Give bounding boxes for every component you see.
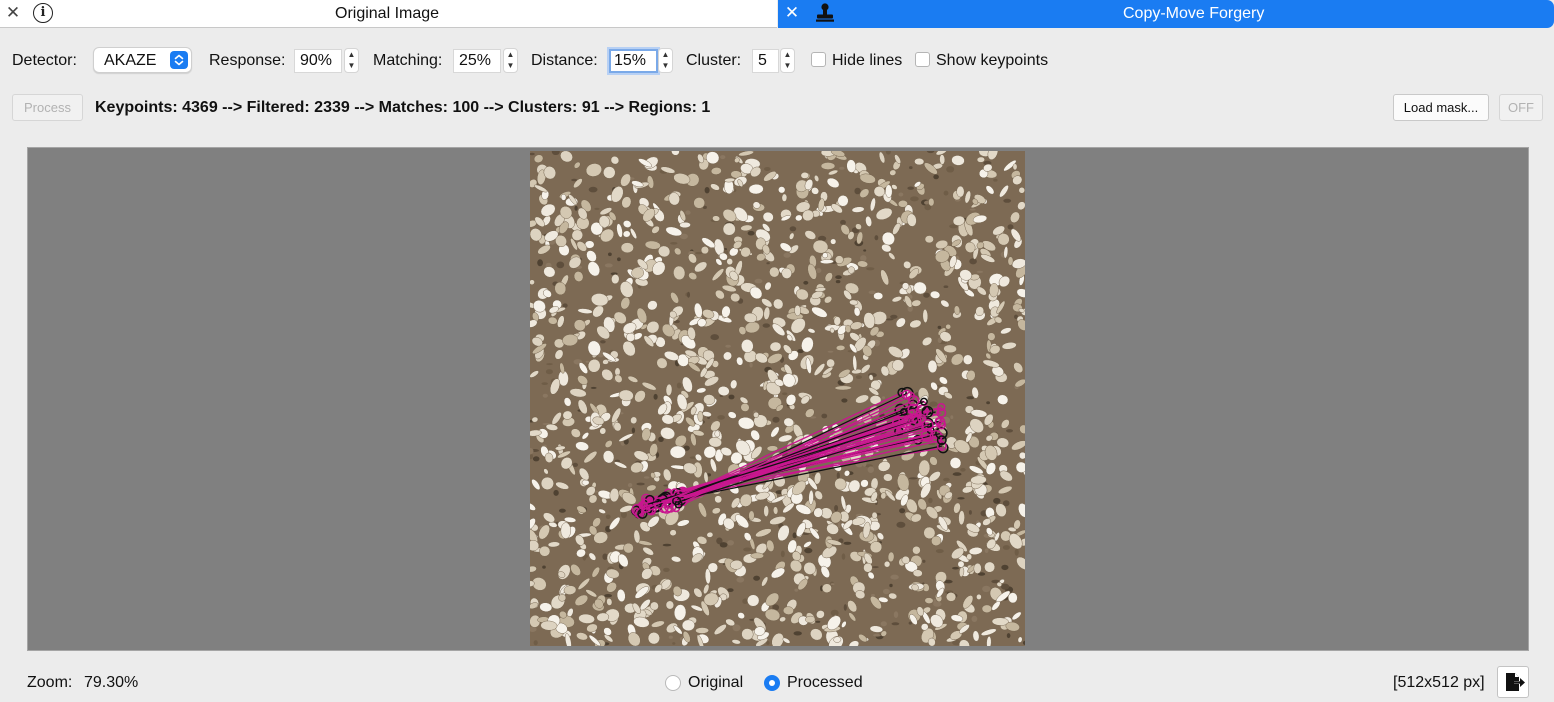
updown-chevron-icon [170,51,188,69]
close-icon[interactable]: ✕ [3,3,23,23]
response-label: Response: [209,52,286,69]
chevron-down-icon[interactable]: ▼ [504,61,517,71]
chevron-up-icon[interactable]: ▲ [781,50,794,60]
tab-title: Copy-Move Forgery [1123,5,1265,22]
radio-processed-label[interactable]: Processed [787,674,863,692]
export-button[interactable] [1497,666,1529,698]
distance-label: Distance: [531,52,598,69]
image-size: [512x512 px] [1393,674,1485,691]
detector-select[interactable]: AKAZE [93,47,192,73]
chevron-down-icon[interactable]: ▼ [659,61,672,71]
chevron-up-icon[interactable]: ▲ [504,50,517,60]
hide-lines-checkbox[interactable] [811,52,826,67]
stamp-icon [816,3,834,22]
detector-label: Detector: [12,52,77,69]
process-button[interactable]: Process [12,94,83,121]
matching-stepper[interactable]: ▲ ▼ [503,48,518,73]
show-keypoints-checkbox[interactable] [915,52,930,67]
radio-processed[interactable] [764,675,780,691]
chevron-up-icon[interactable]: ▲ [345,50,358,60]
image-viewer[interactable] [27,147,1529,651]
cluster-label: Cluster: [686,52,742,69]
tab-bar: ✕ i Original Image ✕ Copy-Move Forgery [0,0,1554,28]
radio-original[interactable] [665,675,681,691]
tab-copy-move-forgery[interactable]: ✕ Copy-Move Forgery [778,0,1554,28]
load-mask-button[interactable]: Load mask... [1393,94,1489,121]
tab-original-image[interactable]: ✕ i Original Image [0,0,777,28]
response-stepper[interactable]: ▲ ▼ [344,48,359,73]
tab-title: Original Image [335,5,440,22]
off-button[interactable]: OFF [1499,94,1543,121]
cluster-stepper[interactable]: ▲ ▼ [780,48,795,73]
zoom-value: 79.30% [84,674,139,691]
zoom-label: Zoom: [27,674,73,691]
radio-original-label[interactable]: Original [688,674,743,692]
hide-lines-label[interactable]: Hide lines [832,52,902,70]
response-input[interactable]: 90% [294,49,342,73]
distance-input[interactable]: 15% [609,49,658,73]
pipeline-stats: Keypoints: 4369 --> Filtered: 2339 --> M… [95,99,711,116]
detector-value: AKAZE [104,52,157,69]
chevron-down-icon[interactable]: ▼ [345,61,358,71]
chevron-up-icon[interactable]: ▲ [659,50,672,60]
cluster-input[interactable]: 5 [752,49,779,73]
show-keypoints-label[interactable]: Show keypoints [936,52,1048,70]
matching-input[interactable]: 25% [453,49,501,73]
distance-stepper[interactable]: ▲ ▼ [658,48,673,73]
info-icon[interactable]: i [33,3,53,23]
processed-image[interactable] [530,151,1025,646]
matching-label: Matching: [373,52,443,69]
close-icon[interactable]: ✕ [782,3,802,23]
chevron-down-icon[interactable]: ▼ [781,61,794,71]
export-icon [1506,673,1525,691]
